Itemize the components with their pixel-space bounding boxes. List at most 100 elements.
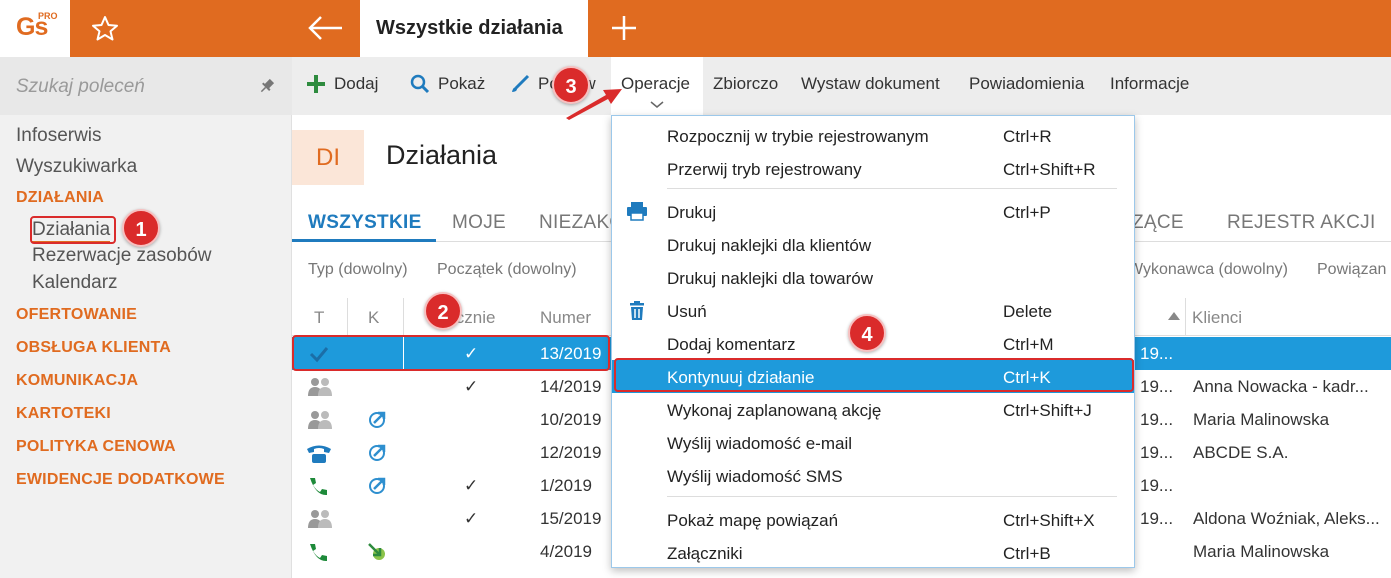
tab-all-activities[interactable]: Wszystkie działania <box>360 0 588 57</box>
cell-date: 19... <box>1140 377 1174 396</box>
sort-asc-icon <box>1168 312 1180 320</box>
outgoing-arrow-icon <box>369 477 386 494</box>
issue-document-button[interactable]: Wystaw dokument <box>801 74 940 94</box>
cell-date: 19... <box>1140 443 1174 462</box>
page-title: Działania <box>386 140 498 170</box>
search-icon <box>410 74 430 94</box>
menu-item-stop-recording[interactable]: Przerwij tryb rejestrowany Ctrl+Shift+R <box>612 152 1134 185</box>
cell-date: 19... <box>1140 344 1174 363</box>
cell-number: 12/2019 <box>540 443 602 462</box>
logo-pro-text: PRO <box>38 11 58 21</box>
summary-button[interactable]: Zbiorczo <box>713 74 778 94</box>
menu-item-label: Drukuj <box>667 203 717 222</box>
column-number[interactable]: Numer <box>540 308 591 328</box>
column-clients[interactable]: Klienci <box>1192 308 1242 328</box>
desk-phone-icon <box>307 445 331 463</box>
cell-cyclic: ✓ <box>464 509 479 528</box>
sidebar-item-resources[interactable]: Rezerwacje zasobów <box>32 245 212 267</box>
cell-number: 14/2019 <box>540 377 602 396</box>
annotation-badge: 1 <box>122 209 160 247</box>
command-search-input[interactable] <box>16 73 246 101</box>
info-label: Informacje <box>1110 74 1190 93</box>
cell-date: 19... <box>1140 509 1174 528</box>
sidebar-item-calendar[interactable]: Kalendarz <box>32 272 118 294</box>
phone-icon <box>310 544 327 562</box>
info-button[interactable]: Informacje <box>1110 74 1189 94</box>
tab-action-log[interactable]: REJESTR AKCJI <box>1227 212 1376 234</box>
cell-clients: Anna Nowacka - kadr... <box>1193 377 1369 396</box>
menu-item-label: Wyślij wiadomość e-mail <box>667 434 852 453</box>
menu-item-shortcut: Ctrl+P <box>1003 203 1051 222</box>
annotation-badge: 2 <box>424 292 462 330</box>
menu-item-label: Dodaj komentarz <box>667 335 796 354</box>
menu-separator <box>667 496 1117 497</box>
pin-icon[interactable] <box>258 77 276 95</box>
column-type[interactable]: T <box>314 308 324 328</box>
filter-type[interactable]: Typ (dowolny) <box>308 261 408 279</box>
sidebar-category-additional[interactable]: EWIDENCJE DODATKOWE <box>16 471 225 489</box>
menu-item-shortcut: Delete <box>1003 302 1053 321</box>
notifications-label: Powiadomienia <box>969 74 1085 93</box>
cell-number: 1/2019 <box>540 476 592 495</box>
sidebar-category-customer-service[interactable]: OBSŁUGA KLIENTA <box>16 339 171 357</box>
menu-item-print[interactable]: Drukuj Ctrl+P <box>612 195 1134 228</box>
cell-number: 10/2019 <box>540 410 602 429</box>
menu-item-print-client-labels[interactable]: Drukuj naklejki dla klientów <box>612 228 1134 261</box>
menu-item-label: Drukuj naklejki dla towarów <box>667 269 873 288</box>
plus-icon <box>307 75 325 93</box>
sidebar-section-activities[interactable]: DZIAŁANIA <box>16 189 104 207</box>
favorite-button[interactable] <box>70 0 140 57</box>
top-bar: Gs PRO Wszystkie działania <box>0 0 1391 57</box>
column-k[interactable]: K <box>368 308 379 328</box>
menu-item-label: Usuń <box>667 302 707 321</box>
menu-item-shortcut: Ctrl+B <box>1003 544 1051 563</box>
annotation-badge: 4 <box>848 314 886 352</box>
column-divider <box>403 298 404 336</box>
filter-start[interactable]: Początek (dowolny) <box>437 261 577 279</box>
sidebar-category-communication[interactable]: KOMUNIKACJA <box>16 372 138 390</box>
star-icon <box>92 16 118 41</box>
menu-item-label: Wykonaj zaplanowaną akcję <box>667 401 882 420</box>
annotation-highlight-sidebar <box>30 216 116 244</box>
sidebar-category-pricing[interactable]: POLITYKA CENOWA <box>16 438 176 456</box>
filter-assignee[interactable]: Wykonawca (dowolny) <box>1128 261 1288 279</box>
menu-item-send-sms[interactable]: Wyślij wiadomość SMS <box>612 459 1134 492</box>
meeting-icon <box>308 378 332 396</box>
phone-icon <box>310 478 327 496</box>
outgoing-arrow-icon <box>369 411 386 428</box>
plus-icon <box>612 16 636 40</box>
add-tab-button[interactable] <box>600 0 650 57</box>
filter-related[interactable]: Powiązan <box>1317 261 1386 279</box>
tab-all[interactable]: WSZYSTKIE <box>308 212 422 234</box>
sidebar-category-records[interactable]: KARTOTEKI <box>16 405 111 423</box>
printer-icon <box>627 202 647 221</box>
menu-item-attachments[interactable]: Załączniki Ctrl+B <box>612 536 1134 569</box>
app-logo[interactable]: Gs PRO <box>0 0 70 57</box>
menu-item-shortcut: Ctrl+M <box>1003 335 1054 354</box>
menu-item-label: Drukuj naklejki dla klientów <box>667 236 872 255</box>
menu-item-label: Rozpocznij w trybie rejestrowanym <box>667 127 929 146</box>
outgoing-arrow-icon <box>369 444 386 461</box>
menu-item-send-email[interactable]: Wyślij wiadomość e-mail <box>612 426 1134 459</box>
back-button[interactable] <box>292 0 360 57</box>
tab-title: Wszystkie działania <box>376 17 563 39</box>
active-tab-indicator <box>292 239 436 242</box>
operations-menu-button[interactable]: Operacje <box>621 74 690 94</box>
show-label: Pokaż <box>438 74 486 93</box>
notifications-button[interactable]: Powiadomienia <box>969 74 1084 94</box>
sidebar-item-infoserwis[interactable]: Infoserwis <box>16 125 102 147</box>
tab-mine[interactable]: MOJE <box>452 212 506 234</box>
sidebar-item-search[interactable]: Wyszukiwarka <box>16 156 137 178</box>
sidebar-category-offers[interactable]: OFERTOWANIE <box>16 306 137 324</box>
menu-item-start-recording[interactable]: Rozpocznij w trybie rejestrowanym Ctrl+R <box>612 119 1134 152</box>
annotation-highlight-row <box>292 335 610 371</box>
add-button[interactable]: Dodaj <box>306 74 378 94</box>
menu-item-relation-map[interactable]: Pokaż mapę powiązań Ctrl+Shift+X <box>612 503 1134 536</box>
menu-item-execute-action[interactable]: Wykonaj zaplanowaną akcję Ctrl+Shift+J <box>612 393 1134 426</box>
menu-item-print-product-labels[interactable]: Drukuj naklejki dla towarów <box>612 261 1134 294</box>
show-button[interactable]: Pokaż <box>410 74 485 94</box>
cell-clients: Maria Malinowska <box>1193 410 1330 429</box>
issue-document-label: Wystaw dokument <box>801 74 940 93</box>
tab-upcoming[interactable]: ZĄCE <box>1132 212 1184 234</box>
add-label: Dodaj <box>334 74 379 93</box>
